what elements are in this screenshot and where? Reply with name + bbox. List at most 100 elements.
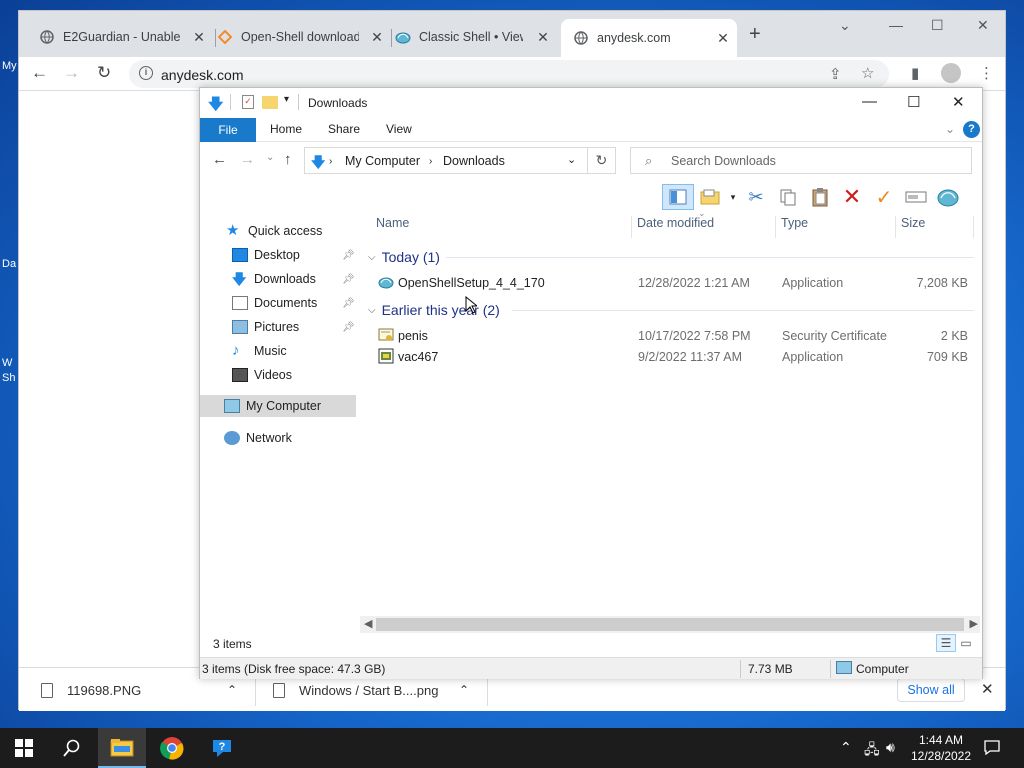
forward-icon[interactable]: →	[240, 151, 255, 168]
file-row[interactable]: OpenShellSetup_4_4_170 12/28/2022 1:21 A…	[376, 273, 976, 293]
reload-icon[interactable]: ↻	[97, 63, 111, 83]
horizontal-scrollbar[interactable]: ◀ ▶	[360, 616, 980, 633]
file-row[interactable]: penis 10/17/2022 7:58 PM Security Certif…	[376, 326, 976, 346]
desktop-icon-label[interactable]: Da	[2, 258, 16, 270]
clock[interactable]: 1:44 AM 12/28/2022	[906, 732, 976, 764]
taskbar-help[interactable]: ?	[198, 728, 246, 768]
minimize-icon[interactable]: —	[889, 17, 903, 33]
chevron-up-icon[interactable]: ⌃	[840, 739, 852, 756]
search-button[interactable]	[48, 728, 96, 768]
scrollbar-thumb[interactable]	[376, 618, 964, 631]
breadcrumb-item[interactable]: Downloads	[443, 154, 505, 168]
nav-item-documents[interactable]: Documents 📌︎	[200, 292, 356, 314]
column-divider[interactable]	[973, 216, 974, 238]
pin-icon[interactable]: 📌︎	[342, 322, 355, 333]
nav-network[interactable]: Network	[200, 427, 356, 449]
close-icon[interactable]: ✕	[715, 30, 731, 47]
recent-locations-icon[interactable]: ⌄	[266, 152, 274, 163]
network-icon[interactable]: 🖧︎	[864, 739, 880, 763]
chevron-right-icon[interactable]: ›	[429, 156, 432, 167]
refresh-button[interactable]: ↻	[588, 147, 616, 174]
pin-icon[interactable]: 📌︎	[342, 298, 355, 309]
close-icon[interactable]: ✕	[981, 680, 994, 698]
nav-item-desktop[interactable]: Desktop 📌︎	[200, 244, 356, 266]
column-header-size[interactable]: Size	[901, 216, 925, 238]
notifications-icon[interactable]	[984, 739, 1000, 758]
folder-options-icon[interactable]	[694, 184, 726, 210]
customize-qat-icon[interactable]: ▾	[284, 94, 289, 105]
desktop-icon-label[interactable]: My	[2, 60, 17, 72]
column-header-name[interactable]: Name	[376, 216, 409, 238]
chevron-down-icon[interactable]: ▾	[726, 184, 740, 210]
star-icon[interactable]: ☆	[861, 64, 874, 82]
taskbar-file-explorer[interactable]	[98, 728, 146, 768]
close-window-icon[interactable]: ✕	[977, 17, 989, 34]
maximize-icon[interactable]: ☐	[907, 93, 920, 111]
tab-share[interactable]: Share	[328, 122, 360, 136]
volume-icon[interactable]: 🔊︎	[886, 739, 895, 756]
column-header-type[interactable]: Type	[781, 216, 808, 238]
search-input[interactable]: ⌕ Search Downloads	[630, 147, 972, 174]
shell-icon[interactable]	[932, 184, 964, 210]
cut-icon[interactable]: ✂	[740, 184, 772, 210]
close-icon[interactable]: ✕	[191, 29, 207, 46]
info-icon[interactable]: i	[139, 66, 153, 80]
column-divider[interactable]	[631, 216, 632, 238]
tab-search-icon[interactable]: ⌄	[839, 17, 851, 34]
nav-item-music[interactable]: ♪ Music	[200, 340, 356, 362]
close-icon[interactable]: ✕	[369, 29, 385, 46]
back-icon[interactable]: ←	[212, 151, 227, 168]
new-folder-icon[interactable]	[262, 96, 278, 109]
up-icon[interactable]: ↑	[284, 151, 292, 168]
details-view-icon[interactable]: ☰	[936, 634, 956, 652]
desktop-icon-label[interactable]: Sh	[2, 372, 15, 384]
side-panel-icon[interactable]: ▮	[911, 64, 919, 82]
chevron-up-icon[interactable]: ⌃	[459, 683, 469, 697]
nav-my-computer[interactable]: My Computer	[200, 395, 356, 417]
menu-icon[interactable]: ⋮	[979, 64, 994, 82]
minimize-icon[interactable]: —	[862, 93, 877, 110]
column-header-date[interactable]: Date modified	[637, 216, 714, 238]
rename-icon[interactable]	[900, 184, 932, 210]
pin-icon[interactable]: 📌︎	[342, 250, 355, 261]
close-icon[interactable]: ✕	[535, 29, 551, 46]
chevron-down-icon[interactable]: ⌵	[368, 252, 376, 263]
copy-icon[interactable]	[772, 184, 804, 210]
back-icon[interactable]: ←	[31, 63, 48, 83]
forward-icon[interactable]: →	[63, 63, 80, 83]
file-row[interactable]: vac467 9/2/2022 11:37 AM Application 709…	[376, 347, 976, 367]
address-bar[interactable]: i anydesk.com ⇪ ☆	[129, 60, 889, 88]
scroll-left-icon[interactable]: ◀	[364, 617, 372, 630]
new-tab-button[interactable]: +	[749, 23, 761, 46]
pin-icon[interactable]: 📌︎	[342, 274, 355, 285]
navigation-pane-icon[interactable]	[662, 184, 694, 210]
taskbar-chrome[interactable]	[148, 728, 196, 768]
properties-icon[interactable]: ✓	[242, 95, 254, 109]
nav-item-videos[interactable]: Videos	[200, 364, 356, 386]
group-header-earlier[interactable]: ⌵ Earlier this year (2)	[368, 300, 500, 320]
paste-icon[interactable]	[804, 184, 836, 210]
tab-anydesk[interactable]: anydesk.com ✕	[561, 19, 737, 57]
nav-item-pictures[interactable]: Pictures 📌︎	[200, 316, 356, 338]
chevron-right-icon[interactable]: ›	[329, 156, 332, 167]
delete-icon[interactable]: ✕	[836, 184, 868, 210]
nav-quick-access[interactable]: ★ Quick access	[200, 220, 356, 242]
expand-ribbon-icon[interactable]: ⌄	[945, 122, 955, 136]
tab-open-shell[interactable]: Open-Shell download ✕	[217, 23, 385, 51]
start-button[interactable]	[0, 728, 48, 768]
download-item[interactable]: 119698.PNG ⌃	[41, 676, 246, 704]
maximize-icon[interactable]: ☐	[931, 17, 944, 34]
column-divider[interactable]	[775, 216, 776, 238]
profile-avatar[interactable]	[941, 63, 961, 83]
show-all-button[interactable]: Show all	[897, 678, 965, 702]
chevron-up-icon[interactable]: ⌃	[227, 683, 237, 697]
tab-e2guardian[interactable]: E2Guardian - Unable ✕	[39, 23, 207, 51]
column-divider[interactable]	[895, 216, 896, 238]
tab-view[interactable]: View	[386, 122, 412, 136]
chevron-down-icon[interactable]: ⌄	[567, 153, 576, 166]
large-icons-view-icon[interactable]: ▭	[956, 634, 976, 652]
download-item[interactable]: Windows / Start B....png ⌃	[273, 676, 473, 704]
close-window-icon[interactable]: ✕	[952, 93, 965, 111]
chevron-down-icon[interactable]: ⌵	[368, 305, 376, 316]
help-icon[interactable]: ?	[963, 121, 980, 138]
